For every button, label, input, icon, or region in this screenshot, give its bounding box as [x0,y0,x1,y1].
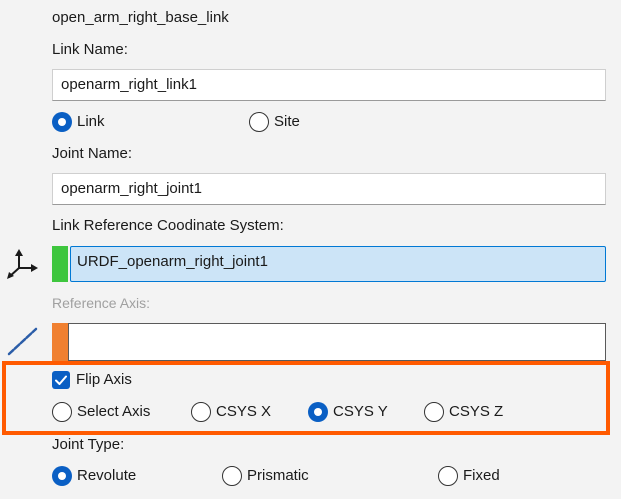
radio-site[interactable]: Site [249,112,300,132]
coordinate-system-icon [5,248,39,282]
radio-csys-x-label: CSYS X [216,403,272,420]
radio-csys-z[interactable]: CSYS Z [424,402,503,422]
radio-select-axis-label: Select Axis [77,403,151,420]
radio-site-indicator[interactable] [249,112,269,132]
link-name-label: Link Name: [52,41,128,58]
axis-indicator-bar [52,323,68,361]
axis-line-icon [6,326,38,358]
radio-csys-x-indicator[interactable] [191,402,211,422]
radio-select-axis-indicator[interactable] [52,402,72,422]
radio-site-label: Site [274,113,300,130]
flip-axis-label: Flip Axis [76,371,132,388]
link-ref-csys-field[interactable]: URDF_openarm_right_joint1 [70,246,606,282]
reference-axis-label: Reference Axis: [52,295,151,311]
radio-csys-x[interactable]: CSYS X [191,402,271,422]
checkbox-checked-icon[interactable] [52,371,70,389]
radio-fixed-label: Fixed [463,467,500,484]
radio-revolute-indicator[interactable] [52,466,72,486]
radio-revolute-label: Revolute [77,467,137,484]
flip-axis-checkbox[interactable]: Flip Axis [52,371,132,389]
radio-revolute[interactable]: Revolute [52,466,136,486]
joint-name-field[interactable]: openarm_right_joint1 [52,173,606,205]
radio-select-axis[interactable]: Select Axis [52,402,150,422]
radio-csys-y-label: CSYS Y [333,403,388,420]
radio-csys-y[interactable]: CSYS Y [308,402,388,422]
csys-indicator-bar [52,246,68,282]
radio-prismatic-label: Prismatic [247,467,309,484]
radio-fixed-indicator[interactable] [438,466,458,486]
radio-csys-z-indicator[interactable] [424,402,444,422]
link-ref-csys-label: Link Reference Coodinate System: [52,217,284,234]
radio-csys-z-label: CSYS Z [449,403,504,420]
reference-axis-field[interactable] [68,323,606,361]
joint-name-label: Joint Name: [52,145,133,162]
radio-prismatic[interactable]: Prismatic [222,466,309,486]
radio-link[interactable]: Link [52,112,105,132]
joint-type-label: Joint Type: [52,436,125,453]
radio-link-label: Link [77,113,105,130]
radio-prismatic-indicator[interactable] [222,466,242,486]
radio-csys-y-indicator[interactable] [308,402,328,422]
radio-link-indicator[interactable] [52,112,72,132]
link-path-title: open_arm_right_base_link [52,9,229,26]
link-name-field[interactable]: openarm_right_link1 [52,69,606,101]
radio-fixed[interactable]: Fixed [438,466,500,486]
